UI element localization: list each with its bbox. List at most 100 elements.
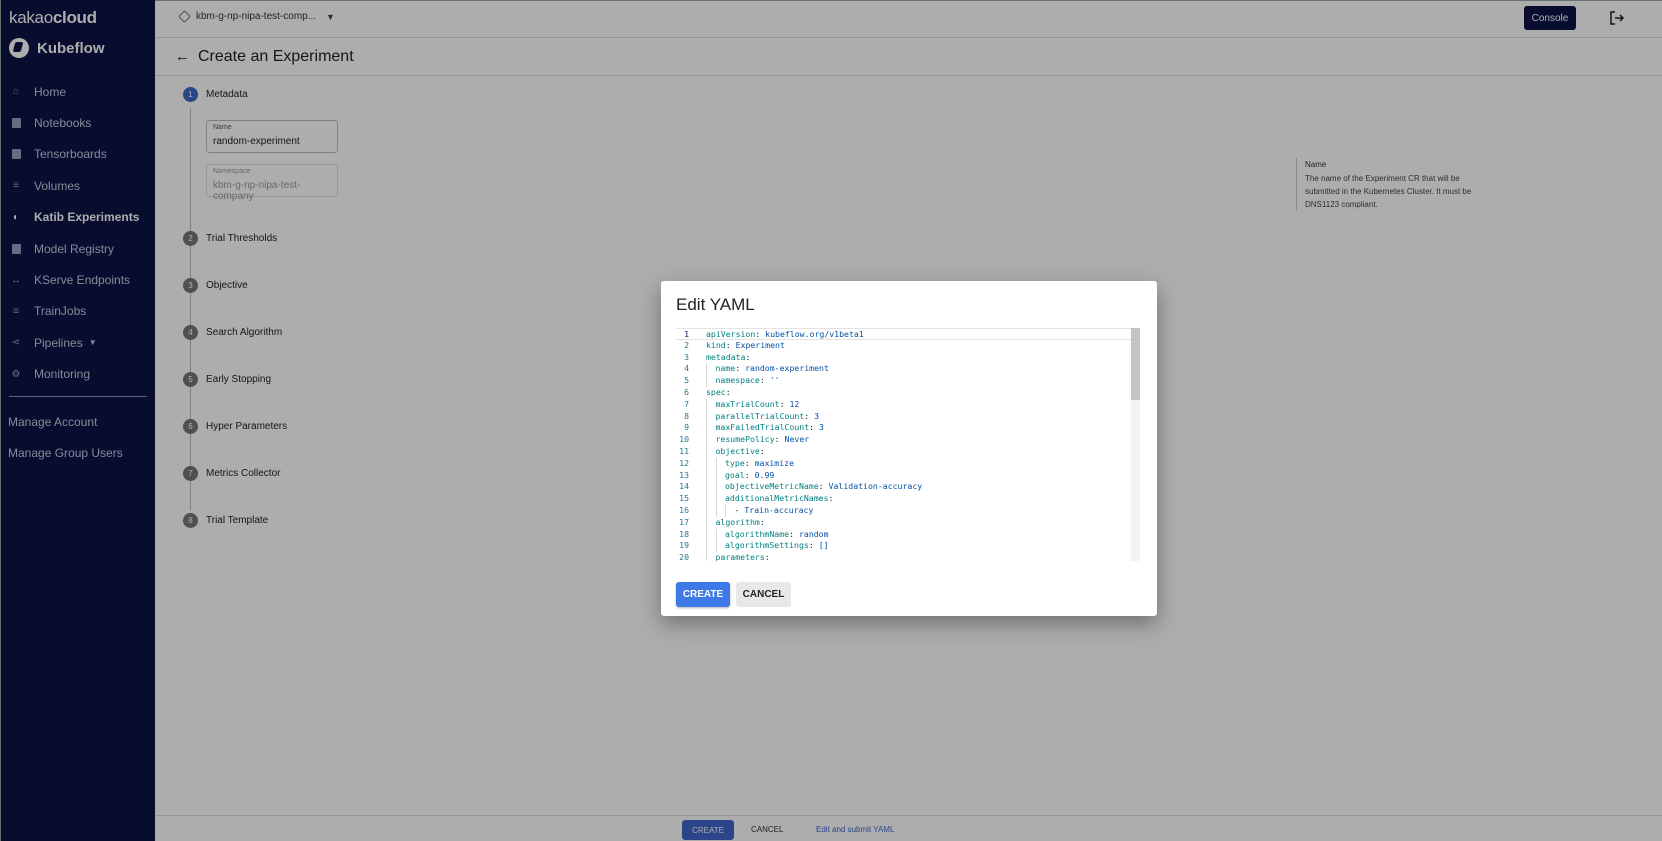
yaml-line: 6 spec: <box>676 387 1131 399</box>
yaml-code: algorithmSettings: [] <box>725 540 829 551</box>
yaml-code: goal: 0.99 <box>725 469 775 480</box>
indent-guide <box>706 552 707 561</box>
indent-guide <box>706 446 707 458</box>
yaml-line: 8 parallelTrialCount: 3 <box>676 410 1131 423</box>
yaml-line: 12 type: maximize <box>676 457 1131 470</box>
yaml-code: type: maximize <box>725 457 795 468</box>
yaml-value: random <box>798 528 829 539</box>
line-number: 17 <box>679 516 689 527</box>
indent-guide <box>715 505 717 517</box>
create-button[interactable]: CREATE <box>676 582 730 607</box>
indent-guide <box>715 481 717 494</box>
indent-guide <box>715 457 717 470</box>
yaml-key: type <box>725 457 745 468</box>
indent-guide <box>715 469 717 482</box>
line-number: 10 <box>679 434 689 445</box>
yaml-code: algorithm: <box>715 516 765 527</box>
line-number: 20 <box>679 552 689 561</box>
yaml-value: maximize <box>754 457 795 468</box>
yaml-code: metadata: <box>706 351 751 362</box>
indent-guide <box>706 434 707 446</box>
yaml-key: algorithm <box>715 516 760 527</box>
yaml-code: - Train-accuracy <box>734 505 814 515</box>
yaml-value: random-experiment <box>745 363 829 374</box>
yaml-value: 12 <box>789 398 800 409</box>
indent-guide <box>706 528 707 541</box>
indent-guide <box>706 363 707 376</box>
yaml-code: parallelTrialCount: 3 <box>715 410 820 421</box>
yaml-key: apiVersion <box>706 329 756 339</box>
yaml-line: 16 - Train-accuracy <box>676 505 1131 517</box>
line-number: 14 <box>679 481 689 492</box>
yaml-value: Experiment <box>735 339 785 350</box>
line-number: 15 <box>679 493 689 504</box>
line-number: 3 <box>684 351 689 362</box>
line-number: 6 <box>684 387 689 397</box>
yaml-line: 9 maxFailedTrialCount: 3 <box>676 422 1131 435</box>
yaml-value: Never <box>784 434 810 445</box>
yaml-line: 14 objectiveMetricName: Validation-accura… <box>676 481 1131 494</box>
yaml-key: spec <box>706 387 726 397</box>
line-number: 11 <box>679 446 689 456</box>
yaml-key: name <box>715 363 736 374</box>
line-number: 9 <box>684 422 689 433</box>
yaml-line: 18 algorithmName: random <box>676 528 1131 541</box>
indent-guide <box>706 422 707 435</box>
indent-guide <box>715 528 717 541</box>
yaml-code: maxFailedTrialCount: 3 <box>715 422 824 433</box>
yaml-line: 19 algorithmSettings: [] <box>676 540 1131 553</box>
line-number: 5 <box>684 375 689 386</box>
yaml-value: Validation-accuracy <box>828 481 923 492</box>
editor-scroll-thumb[interactable] <box>1131 328 1140 400</box>
line-number: 19 <box>679 540 689 551</box>
yaml-value: '' <box>769 375 780 386</box>
indent-guide <box>706 540 707 553</box>
yaml-line: 17 algorithm: <box>676 516 1131 529</box>
editor-scrollbar[interactable] <box>1131 328 1140 561</box>
yaml-code: kind: Experiment <box>706 339 785 350</box>
line-number: 12 <box>679 457 689 468</box>
yaml-code: resumePolicy: Never <box>715 434 810 445</box>
yaml-key: goal <box>725 469 745 480</box>
yaml-line: 1 apiVersion: kubeflow.org/v1beta1 <box>676 328 1131 340</box>
yaml-code: namespace: '' <box>715 375 780 386</box>
yaml-line: 13 goal: 0.99 <box>676 469 1131 482</box>
yaml-line: 5 namespace: '' <box>676 375 1131 387</box>
yaml-key: parallelTrialCount <box>715 410 805 421</box>
yaml-key: maxFailedTrialCount <box>715 422 810 433</box>
yaml-value: 3 <box>814 410 820 421</box>
indent-guide <box>725 505 726 517</box>
line-number: 7 <box>684 398 689 409</box>
yaml-line: 15 additionalMetricNames: <box>676 493 1131 505</box>
indent-guide <box>706 410 707 423</box>
yaml-line: 4 name: random-experiment <box>676 363 1131 376</box>
yaml-code: parameters: <box>715 552 770 561</box>
line-number: 1 <box>684 329 689 339</box>
yaml-value: 0.99 <box>754 469 775 480</box>
yaml-line: 10 resumePolicy: Never <box>676 434 1131 446</box>
indent-guide <box>706 398 707 411</box>
yaml-key: kind <box>706 339 726 350</box>
line-number: 16 <box>679 505 689 515</box>
yaml-editor[interactable]: 20 parameters: 19 algorithmSettings: [] 18 al… <box>676 328 1140 561</box>
yaml-line: 20 parameters: <box>676 552 1131 561</box>
yaml-code: spec: <box>706 387 731 397</box>
yaml-value: kubeflow.org/v1beta1 <box>765 329 864 339</box>
indent-guide <box>706 493 707 505</box>
yaml-key: objective <box>715 446 760 456</box>
cancel-button[interactable]: CANCEL <box>736 582 791 607</box>
yaml-line: 11 objective: <box>676 446 1131 458</box>
yaml-code: algorithmName: random <box>725 528 829 539</box>
dialog-title: Edit YAML <box>676 295 755 314</box>
yaml-value: 3 <box>819 422 824 433</box>
yaml-code: additionalMetricNames: <box>725 493 834 504</box>
yaml-line: 3 metadata: <box>676 352 1131 364</box>
indent-guide <box>706 375 707 387</box>
indent-guide <box>706 505 707 517</box>
yaml-key: algorithmName <box>725 528 790 539</box>
yaml-value: Train-accuracy <box>744 505 814 515</box>
line-number: 8 <box>684 410 689 421</box>
indent-guide <box>706 516 707 529</box>
yaml-key: additionalMetricNames <box>725 493 829 504</box>
yaml-key: parameters <box>715 552 765 561</box>
